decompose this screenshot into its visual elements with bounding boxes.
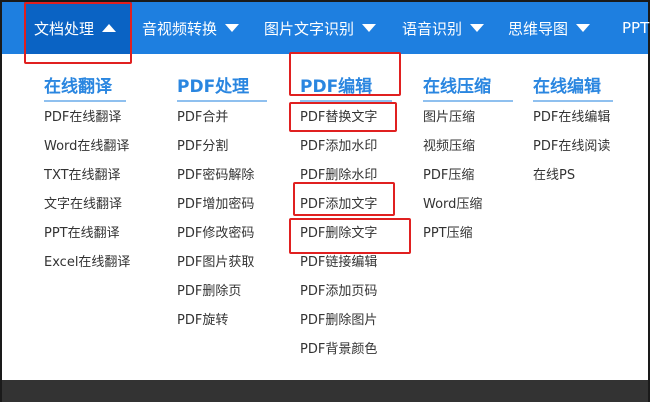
menu-item[interactable]: PPT在线翻译: [44, 224, 120, 244]
menu-item[interactable]: 文字在线翻译: [44, 195, 122, 215]
column-header-online-edit: 在线编辑: [533, 72, 613, 102]
menu-item[interactable]: PDF在线阅读: [533, 137, 610, 157]
menu-item[interactable]: PDF增加密码: [177, 195, 254, 215]
chevron-down-icon: [470, 24, 485, 32]
menu-item[interactable]: PDF在线翻译: [44, 108, 121, 128]
nav-item-label: 音视频转换: [142, 19, 218, 38]
menu-item[interactable]: Excel在线翻译: [44, 253, 130, 273]
menu-item[interactable]: PDF添加水印: [300, 137, 377, 157]
menu-item[interactable]: PDF修改密码: [177, 224, 254, 244]
menu-item[interactable]: 图片压缩: [423, 108, 475, 128]
menu-item[interactable]: TXT在线翻译: [44, 166, 121, 186]
menu-item[interactable]: PDF删除水印: [300, 166, 377, 186]
nav-item-mindmap[interactable]: 思维导图: [508, 2, 591, 54]
chevron-down-icon: [362, 24, 377, 32]
nav-item-label: PPT: [622, 19, 650, 37]
menu-item[interactable]: PDF背景颜色: [300, 340, 377, 360]
menu-item[interactable]: PDF在线编辑: [533, 108, 610, 128]
footer-bar: [2, 380, 648, 402]
menu-item[interactable]: PDF合并: [177, 108, 228, 128]
nav-item-ocr[interactable]: 图片文字识别: [264, 2, 377, 54]
nav-item-label: 文档处理: [34, 19, 95, 38]
chevron-down-icon: [576, 24, 591, 32]
menu-item[interactable]: PDF添加页码: [300, 282, 377, 302]
menu-item[interactable]: 在线PS: [533, 166, 575, 186]
column-header-translate: 在线翻译: [44, 72, 126, 102]
nav-item-speech[interactable]: 语音识别: [402, 2, 485, 54]
menu-item[interactable]: PDF添加文字: [300, 195, 377, 215]
column-header-pdf-edit: PDF编辑: [300, 72, 392, 102]
nav-item-ppt[interactable]: PPT: [622, 2, 649, 54]
nav-item-av-convert[interactable]: 音视频转换: [142, 2, 240, 54]
column-header-compress: 在线压缩: [423, 72, 513, 102]
nav-item-label: 思维导图: [508, 19, 569, 38]
menu-item[interactable]: PDF旋转: [177, 311, 228, 331]
top-navbar: 文档处理 音视频转换 图片文字识别 语音识别 思维导图 PPT: [2, 2, 649, 54]
menu-item[interactable]: Word在线翻译: [44, 137, 129, 157]
menu-item[interactable]: PDF图片获取: [177, 253, 254, 273]
menu-item[interactable]: PDF链接编辑: [300, 253, 377, 273]
menu-item[interactable]: PDF分割: [177, 137, 228, 157]
menu-item[interactable]: PPT压缩: [423, 224, 473, 244]
dropdown-menu: 在线翻译 PDF在线翻译 Word在线翻译 TXT在线翻译 文字在线翻译 PPT…: [2, 54, 648, 380]
nav-item-doc-processing[interactable]: 文档处理: [24, 2, 132, 54]
chevron-up-icon: [102, 24, 117, 32]
menu-item[interactable]: PDF删除文字: [300, 224, 377, 244]
nav-item-label: 图片文字识别: [264, 19, 355, 38]
menu-item[interactable]: PDF删除页: [177, 282, 241, 302]
menu-item[interactable]: PDF压缩: [423, 166, 474, 186]
chevron-down-icon: [225, 24, 240, 32]
menu-item[interactable]: PDF删除图片: [300, 311, 377, 331]
nav-item-label: 语音识别: [402, 19, 463, 38]
menu-item[interactable]: PDF密码解除: [177, 166, 254, 186]
menu-item[interactable]: Word压缩: [423, 195, 482, 215]
menu-item[interactable]: 视频压缩: [423, 137, 475, 157]
menu-item[interactable]: PDF替换文字: [300, 108, 377, 128]
column-header-pdf-processing: PDF处理: [177, 72, 267, 102]
